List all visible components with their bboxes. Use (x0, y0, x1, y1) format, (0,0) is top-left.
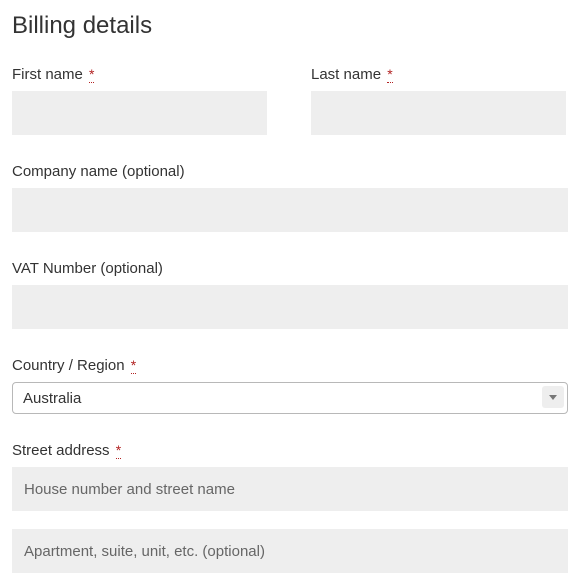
street-field: Street address * (12, 442, 568, 573)
street-label-text: Street address (12, 442, 110, 459)
country-select[interactable]: Australia (12, 382, 568, 414)
required-marker: * (131, 357, 136, 374)
first-name-label: First name * (12, 66, 269, 83)
last-name-label: Last name * (311, 66, 568, 83)
company-input[interactable] (12, 188, 568, 232)
vat-input[interactable] (12, 285, 568, 329)
required-marker: * (116, 442, 121, 459)
required-marker: * (387, 66, 392, 83)
last-name-field: Last name * (311, 66, 568, 135)
company-field: Company name (optional) (12, 163, 568, 232)
street-address-2-input[interactable] (12, 529, 568, 573)
billing-heading: Billing details (12, 12, 568, 40)
street-address-1-input[interactable] (12, 467, 568, 511)
first-name-label-text: First name (12, 66, 83, 83)
vat-field: VAT Number (optional) (12, 260, 568, 329)
chevron-down-icon (542, 386, 564, 408)
first-name-input[interactable] (12, 91, 267, 135)
vat-label: VAT Number (optional) (12, 260, 568, 277)
street-label: Street address * (12, 442, 568, 459)
last-name-label-text: Last name (311, 66, 381, 83)
company-label: Company name (optional) (12, 163, 568, 180)
required-marker: * (89, 66, 94, 83)
country-label-text: Country / Region (12, 357, 125, 374)
country-label: Country / Region * (12, 357, 568, 374)
country-field: Country / Region * Australia (12, 357, 568, 414)
last-name-input[interactable] (311, 91, 566, 135)
first-name-field: First name * (12, 66, 269, 135)
country-selected-value: Australia (23, 390, 81, 407)
